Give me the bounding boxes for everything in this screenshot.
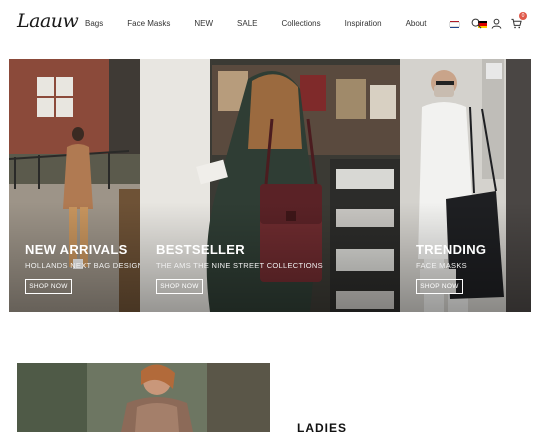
cart-count-badge: 0 [519,12,527,20]
shop-now-button[interactable]: SHOP NOW [156,279,203,294]
banner-panel-new-arrivals[interactable]: NEW ARRIVALS HOLLANDS NEXT BAG DESIGNER … [9,59,140,312]
nav-about[interactable]: About [406,19,427,28]
banner-panel-bestseller[interactable]: BESTSELLER THE AMS THE NINE STREET COLLE… [140,59,400,312]
search-icon[interactable] [471,16,482,34]
nav-new[interactable]: NEW [194,19,213,28]
ladies-category-title[interactable]: LADIES [297,421,347,435]
ladies-category-image[interactable] [17,363,270,432]
nav-inspiration[interactable]: Inspiration [345,19,382,28]
site-header: Laauw Bags Face Masks NEW SALE Collectio… [0,0,540,50]
main-nav: Bags Face Masks NEW SALE Collections Ins… [85,19,506,28]
panel-title: TRENDING [416,242,487,257]
logo[interactable]: Laauw [17,10,79,32]
panel-shade [9,202,140,312]
header-actions: 0 [462,12,527,34]
panel-shade [400,202,531,312]
user-icon[interactable] [491,16,502,34]
hero-banner: NEW ARRIVALS HOLLANDS NEXT BAG DESIGNER … [9,59,531,312]
shop-now-button[interactable]: SHOP NOW [25,279,72,294]
nav-bags[interactable]: Bags [85,19,103,28]
netherlands-flag[interactable] [449,21,461,28]
nav-sale[interactable]: SALE [237,19,257,28]
banner-panel-trending[interactable]: TRENDING FACE MASKS SHOP NOW [400,59,531,312]
shop-now-button[interactable]: SHOP NOW [416,279,463,294]
panel-subtitle: FACE MASKS [416,261,467,270]
nav-face-masks[interactable]: Face Masks [127,19,170,28]
nav-collections[interactable]: Collections [282,19,321,28]
panel-title: NEW ARRIVALS [25,242,128,257]
panel-title: BESTSELLER [156,242,245,257]
panel-subtitle: HOLLANDS NEXT BAG DESIGNER [25,261,140,270]
panel-subtitle: THE AMS THE NINE STREET COLLECTIONS [156,261,323,270]
cart-icon[interactable]: 0 [511,12,527,34]
ladies-photo [17,363,270,432]
panel-shade [140,202,400,312]
